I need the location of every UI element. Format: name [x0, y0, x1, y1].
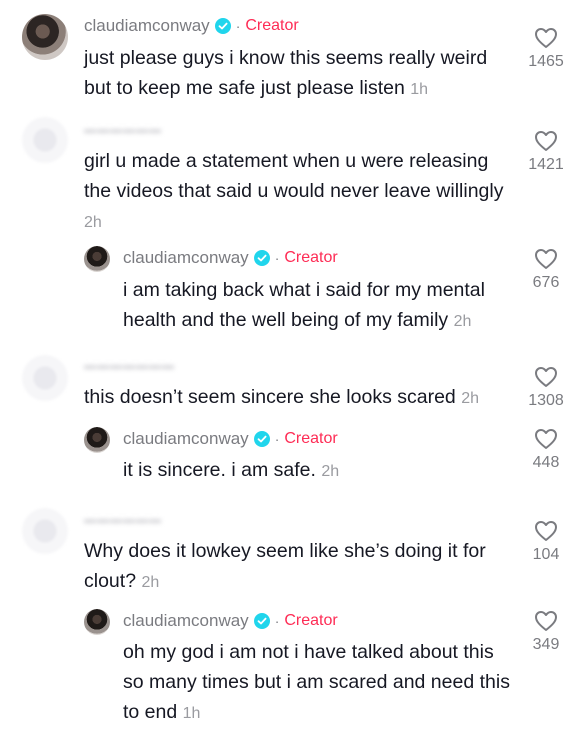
avatar[interactable] [22, 508, 68, 554]
avatar[interactable] [84, 427, 110, 453]
like-count: 1421 [528, 156, 564, 173]
reply-text: it is sincere. i am safe. 2h [123, 459, 340, 481]
username[interactable]: claudiamconway [84, 16, 210, 36]
like-count: 448 [532, 454, 560, 471]
separator-dot: · [274, 613, 280, 629]
heart-outline-icon [535, 521, 557, 541]
comment-time: 2h [461, 390, 479, 407]
username[interactable]: claudiamconway [123, 611, 249, 631]
username-obscured[interactable]: ▬▬▬▬▬▬ [84, 512, 162, 526]
creator-badge: Creator [284, 430, 338, 447]
comment-text: girl u made a statement when u were rele… [84, 150, 504, 231]
like-count: 104 [532, 546, 560, 563]
comment-time: 2h [453, 313, 472, 330]
verified-icon [214, 18, 231, 34]
comment-time: 1h [182, 705, 201, 722]
avatar[interactable] [22, 355, 68, 401]
username-obscured[interactable]: ▬▬▬▬▬▬▬ [84, 358, 175, 372]
comment-time: 2h [321, 463, 340, 480]
avatar[interactable] [84, 246, 110, 272]
like-count: 1465 [528, 53, 564, 70]
username-obscured[interactable]: ▬▬▬▬▬▬ [84, 122, 162, 136]
heart-outline-icon [535, 611, 557, 631]
avatar[interactable] [22, 14, 68, 60]
comment-text: just please guys i know this seems reall… [84, 47, 488, 99]
comment-text: this doesn’t seem sincere she looks scar… [84, 386, 479, 408]
creator-badge: Creator [245, 17, 299, 34]
verified-icon [253, 613, 270, 629]
verified-icon [253, 250, 270, 266]
avatar[interactable] [84, 609, 110, 635]
heart-outline-icon [535, 249, 557, 269]
separator-dot: · [274, 250, 280, 266]
reply-text: oh my god i am not i have talked about t… [123, 641, 510, 723]
like-count: 676 [532, 274, 560, 291]
username[interactable]: claudiamconway [123, 429, 249, 449]
like-count: 1308 [528, 392, 564, 409]
like-button[interactable]: 1308 [516, 366, 576, 410]
username[interactable]: claudiamconway [123, 248, 249, 268]
heart-outline-icon [535, 28, 557, 48]
like-count: 349 [532, 636, 560, 653]
like-button[interactable]: 349 [516, 610, 576, 654]
reply-text: i am taking back what i said for my ment… [123, 279, 485, 331]
verified-icon [253, 431, 270, 447]
heart-outline-icon [535, 131, 557, 151]
avatar[interactable] [22, 117, 68, 163]
separator-dot: · [235, 18, 241, 34]
comment-time: 2h [141, 574, 160, 591]
heart-outline-icon [535, 367, 557, 387]
heart-outline-icon [535, 429, 557, 449]
like-button[interactable]: 676 [516, 248, 576, 292]
like-button[interactable]: 104 [516, 520, 576, 564]
comment-time: 2h [84, 214, 102, 231]
creator-badge: Creator [284, 612, 338, 629]
like-button[interactable]: 1421 [516, 130, 576, 174]
comment-time: 1h [410, 81, 429, 98]
like-button[interactable]: 448 [516, 428, 576, 472]
separator-dot: · [274, 431, 280, 447]
comment-text: Why does it lowkey seem like she’s doing… [84, 540, 486, 592]
creator-badge: Creator [284, 249, 338, 266]
like-button[interactable]: 1465 [516, 27, 576, 71]
